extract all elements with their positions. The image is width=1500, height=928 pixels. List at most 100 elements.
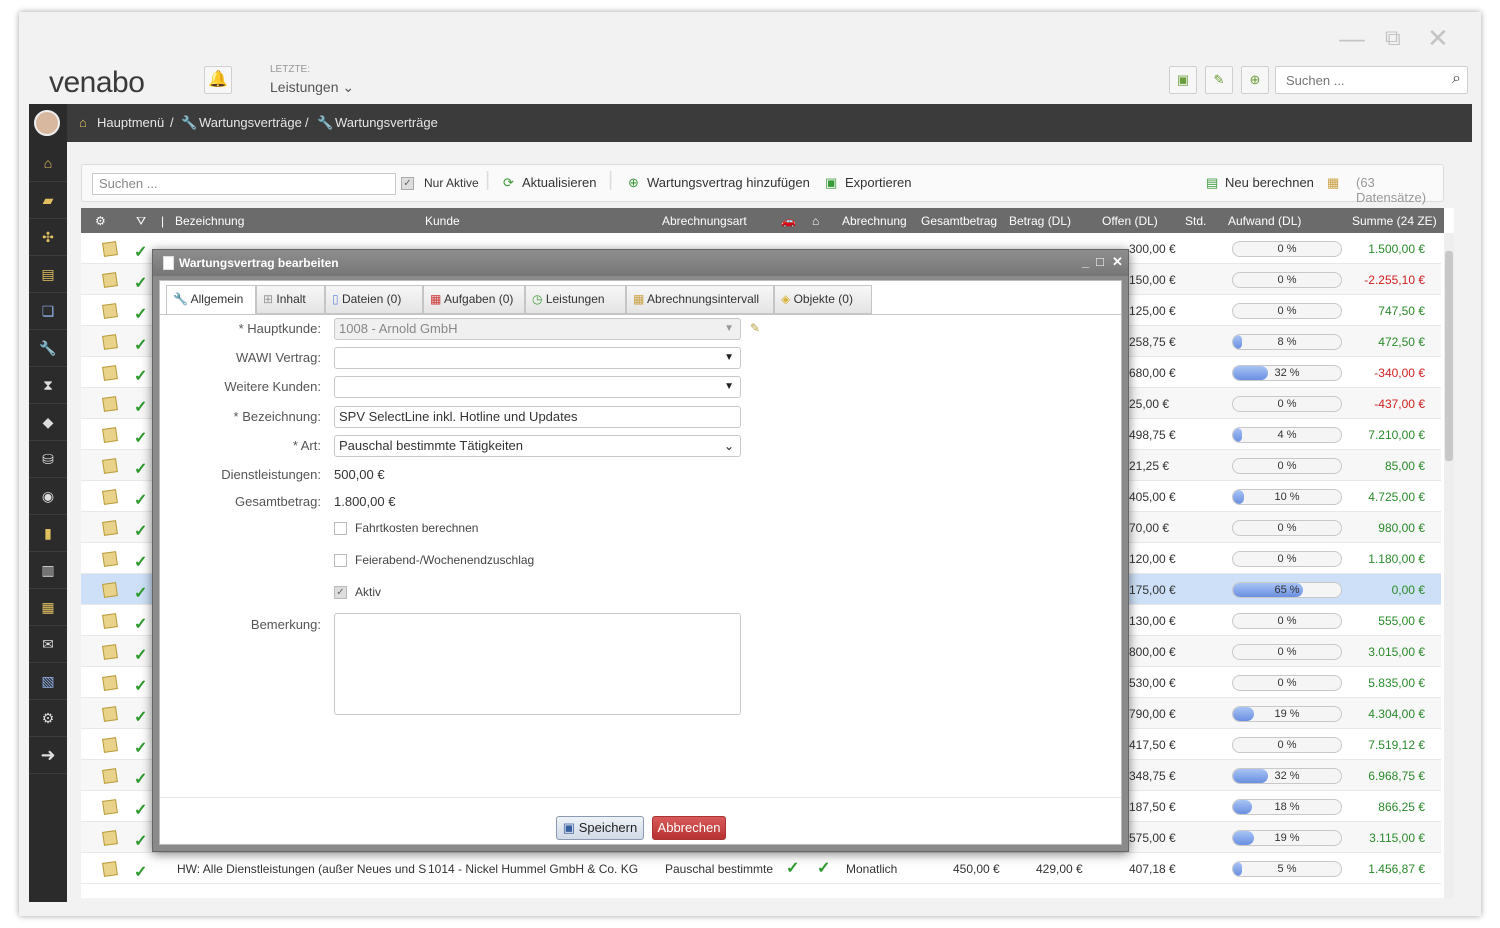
edit-icon[interactable] [102, 582, 118, 598]
edit-icon[interactable] [102, 799, 118, 815]
home-icon[interactable]: ⌂ [812, 214, 819, 228]
col-kunde[interactable]: Kunde [425, 214, 460, 228]
global-search-input[interactable] [1276, 67, 1436, 93]
edit-icon[interactable] [102, 303, 118, 319]
book-icon[interactable]: ▮ [29, 515, 67, 552]
calendar-icon[interactable]: ▦ [29, 589, 67, 626]
network-icon[interactable]: ✣ [29, 219, 67, 256]
tab-objekte[interactable]: ◈ Objekte (0) [774, 285, 872, 314]
edit-icon[interactable] [102, 272, 118, 288]
hourglass-icon[interactable]: ⧗ [29, 367, 67, 404]
tag-sidebar-icon[interactable]: ◆ [29, 404, 67, 441]
grid-search-input[interactable]: Suchen ... [92, 173, 396, 195]
edit-icon[interactable] [102, 737, 118, 753]
art-select[interactable]: Pauschal bestimmte Tätigkeiten ⌄ [334, 435, 741, 457]
cancel-button[interactable]: Abbrechen [652, 816, 726, 840]
tab-inhalt[interactable]: ⊞ Inhalt [256, 285, 325, 314]
edit-icon[interactable] [102, 830, 118, 846]
gear-icon[interactable]: ⚙ [29, 700, 67, 737]
close-icon[interactable]: ✕ [1427, 25, 1449, 51]
wawi-select[interactable]: ▼ [334, 347, 741, 369]
edit-icon[interactable] [102, 334, 118, 350]
minimize-icon[interactable]: _ [1082, 254, 1089, 269]
global-search[interactable]: ⌕ [1275, 66, 1468, 94]
feierabend-checkbox[interactable]: Feierabend-/Wochenendzuschlag [334, 553, 534, 568]
edit-icon[interactable] [102, 613, 118, 629]
copy-icon[interactable]: ❏ [29, 293, 67, 330]
edit-icon[interactable] [102, 675, 118, 691]
chat-icon[interactable]: ✉ [29, 626, 67, 663]
edit-icon[interactable] [102, 396, 118, 412]
close-icon[interactable]: ✕ [1112, 254, 1123, 270]
export-button[interactable]: Exportieren [845, 175, 911, 190]
col-aufwand[interactable]: Aufwand (DL) [1228, 214, 1301, 228]
add-search-icon[interactable]: ⊕ [1241, 66, 1269, 94]
edit-icon[interactable] [102, 489, 118, 505]
recalculate-button[interactable]: Neu berechnen [1225, 175, 1314, 190]
breadcrumb-item-hauptmenue[interactable]: Hauptmenü [97, 115, 164, 130]
avatar[interactable] [34, 110, 60, 136]
col-bezeichnung[interactable]: Bezeichnung [175, 214, 244, 228]
col-summe[interactable]: Summe (24 ZE) [1352, 214, 1437, 228]
edit-icon[interactable] [102, 706, 118, 722]
weitere-kunden-select[interactable]: ▼ [334, 376, 741, 398]
edit-icon[interactable] [102, 241, 118, 257]
dialog-title-bar[interactable]: Wartungsvertrag bearbeiten _ □ ✕ [153, 250, 1128, 276]
new-document-icon[interactable]: ▣ [1169, 66, 1197, 94]
filter-icon[interactable]: ⛛ [136, 214, 146, 229]
bezeichnung-input[interactable]: SPV SelectLine inkl. Hotline und Updates [334, 406, 741, 428]
nur-aktive-checkbox[interactable]: ✓ [401, 175, 414, 191]
disc-icon[interactable]: ◉ [29, 478, 67, 515]
bemerkung-textarea[interactable] [334, 613, 741, 715]
checkbox-checked[interactable]: ✓ [401, 177, 414, 191]
edit-icon[interactable] [102, 861, 118, 877]
col-abrechnung[interactable]: Abrechnung [842, 214, 907, 228]
table-row[interactable]: ✓ HW: Alle Dienstleistungen (außer Neues … [81, 853, 1441, 884]
maximize-icon[interactable]: ⧉ [1385, 27, 1401, 49]
scrollbar-thumb[interactable] [1445, 251, 1453, 461]
edit-icon[interactable] [102, 644, 118, 660]
edit-icon[interactable] [102, 520, 118, 536]
minimize-icon[interactable]: — [1339, 25, 1365, 51]
tab-abrechnungsintervall[interactable]: ▦ Abrechnungsintervall [626, 285, 774, 314]
col-std[interactable]: Std. [1185, 214, 1206, 228]
grid-scrollbar[interactable] [1444, 233, 1454, 898]
gear-icon[interactable]: ⚙ [95, 214, 106, 228]
checkbox-unchecked[interactable] [334, 522, 347, 536]
tab-dateien[interactable]: ▯ Dateien (0) [325, 285, 423, 314]
edit-icon[interactable] [102, 458, 118, 474]
folders-icon[interactable]: ▰ [29, 182, 67, 219]
col-betrag[interactable]: Betrag (DL) [1009, 214, 1071, 228]
maximize-icon[interactable]: □ [1096, 254, 1104, 269]
breadcrumb-item-wartungsvertraege[interactable]: Wartungsverträge [199, 115, 302, 130]
home-icon[interactable]: ⌂ [29, 145, 67, 182]
tab-allgemein[interactable]: 🔧 Allgemein [166, 285, 256, 315]
tab-aufgaben[interactable]: ▦ Aufgaben (0) [423, 285, 525, 314]
calendar-icon[interactable]: ▦ [1327, 175, 1339, 191]
inbox-icon[interactable]: ▤ [29, 256, 67, 293]
database-icon[interactable]: ⛁ [29, 441, 67, 478]
report-icon[interactable]: ▧ [29, 663, 67, 700]
aktualisieren-button[interactable]: Aktualisieren [522, 175, 596, 190]
edit-icon[interactable] [102, 551, 118, 567]
col-gesamtbetrag[interactable]: Gesamtbetrag [921, 214, 997, 228]
car-icon[interactable]: 🚗 [781, 214, 796, 228]
hauptkunde-select[interactable]: 1008 - Arnold GmbH ▼ [334, 318, 741, 340]
wrench-icon[interactable]: 🔧 [29, 330, 67, 367]
search-icon[interactable]: ⌕ [1452, 70, 1461, 88]
logout-icon[interactable]: ➜ [29, 737, 67, 774]
edit-icon[interactable] [102, 365, 118, 381]
col-abrechnungsart[interactable]: Abrechnungsart [662, 214, 747, 228]
tab-leistungen[interactable]: ◷ Leistungen [525, 285, 626, 314]
bell-icon[interactable]: 🔔 [204, 66, 232, 94]
recent-dropdown[interactable]: Leistungen ⌄ [270, 79, 354, 96]
aktiv-checkbox[interactable]: ✓ Aktiv [334, 585, 381, 600]
fahrtkosten-checkbox[interactable]: Fahrtkosten berechnen [334, 521, 478, 536]
edit-icon[interactable] [102, 768, 118, 784]
add-contract-button[interactable]: Wartungsvertrag hinzufügen [647, 175, 810, 190]
checkbox-unchecked[interactable] [334, 554, 347, 568]
document-icon[interactable]: ▥ [29, 552, 67, 589]
tag-icon[interactable]: ✎ [1205, 66, 1233, 94]
checkbox-checked[interactable]: ✓ [334, 586, 347, 600]
col-offen[interactable]: Offen (DL) [1102, 214, 1158, 228]
